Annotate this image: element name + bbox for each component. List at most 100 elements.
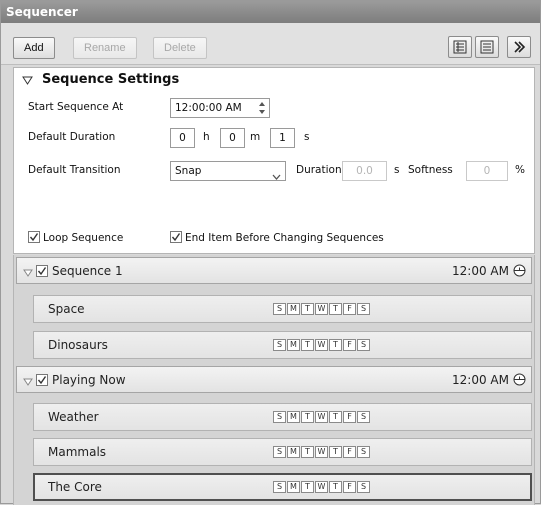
item-name: Dinosaurs: [48, 338, 108, 352]
weekday-selector: SMTWTFS: [273, 481, 371, 493]
start-time-value: 12:00:00 AM: [175, 102, 242, 114]
weekday-selector: SMTWTFS: [273, 411, 371, 423]
hours-field[interactable]: 0: [170, 128, 195, 148]
sequence-settings-panel: Sequence Settings Start Sequence At 12:0…: [13, 67, 535, 254]
window-title: Sequencer: [1, 1, 540, 23]
day-toggle[interactable]: S: [273, 481, 286, 493]
sequence-name: Playing Now: [52, 373, 126, 387]
day-toggle[interactable]: W: [315, 303, 328, 315]
day-toggle[interactable]: T: [301, 339, 314, 351]
sequence-list: Sequence 1 12:00 AM Space SMTWTFS Dinosa…: [13, 255, 535, 505]
day-toggle[interactable]: T: [301, 411, 314, 423]
rename-button[interactable]: Rename: [73, 37, 137, 59]
clock-icon[interactable]: [513, 264, 526, 280]
minutes-unit: m: [250, 131, 261, 143]
start-time-field[interactable]: 12:00:00 AM: [170, 98, 270, 118]
softness-label: Softness: [408, 164, 453, 176]
day-toggle[interactable]: W: [315, 339, 328, 351]
duration-label: Duration: [296, 164, 342, 176]
day-toggle[interactable]: S: [357, 339, 370, 351]
day-toggle[interactable]: F: [343, 446, 356, 458]
day-toggle[interactable]: W: [315, 446, 328, 458]
loop-sequence-option[interactable]: Loop Sequence: [28, 231, 123, 244]
list-view-icon[interactable]: [448, 36, 472, 58]
day-toggle[interactable]: W: [315, 411, 328, 423]
list-item[interactable]: Space SMTWTFS: [33, 295, 532, 323]
day-toggle[interactable]: F: [343, 481, 356, 493]
transition-duration-field[interactable]: 0.0: [342, 161, 387, 181]
sequence-enabled-checkbox[interactable]: [36, 374, 48, 386]
add-button[interactable]: Add: [13, 37, 55, 59]
day-toggle[interactable]: M: [287, 446, 300, 458]
weekday-selector: SMTWTFS: [273, 339, 371, 351]
day-toggle[interactable]: M: [287, 303, 300, 315]
softness-unit: %: [515, 164, 525, 176]
end-item-checkbox[interactable]: [170, 231, 182, 243]
detail-view-icon[interactable]: [475, 36, 499, 58]
end-item-label: End Item Before Changing Sequences: [185, 232, 384, 244]
sequence-enabled-checkbox[interactable]: [36, 265, 48, 277]
loop-sequence-label: Loop Sequence: [43, 232, 124, 244]
day-toggle[interactable]: W: [315, 481, 328, 493]
toolbar: Add Rename Delete: [1, 23, 540, 65]
list-item[interactable]: Dinosaurs SMTWTFS: [33, 331, 532, 359]
loop-sequence-checkbox[interactable]: [28, 231, 40, 243]
day-toggle[interactable]: S: [357, 411, 370, 423]
weekday-selector: SMTWTFS: [273, 446, 371, 458]
sequence-time: 12:00 AM: [452, 264, 509, 278]
item-name: Weather: [48, 410, 99, 424]
transition-value: Snap: [175, 165, 202, 177]
default-transition-label: Default Transition: [28, 164, 121, 176]
day-toggle[interactable]: S: [273, 303, 286, 315]
seconds-unit: s: [304, 131, 310, 143]
day-toggle[interactable]: T: [329, 411, 342, 423]
delete-button[interactable]: Delete: [153, 37, 207, 59]
day-toggle[interactable]: T: [329, 303, 342, 315]
day-toggle[interactable]: S: [357, 303, 370, 315]
day-toggle[interactable]: F: [343, 411, 356, 423]
start-sequence-label: Start Sequence At: [28, 101, 124, 113]
sequencer-window: Sequencer Add Rename Delete Sequence Set…: [0, 0, 541, 505]
time-stepper-icon[interactable]: [258, 101, 266, 121]
day-toggle[interactable]: M: [287, 411, 300, 423]
sequence-time: 12:00 AM: [452, 373, 509, 387]
day-toggle[interactable]: S: [273, 411, 286, 423]
day-toggle[interactable]: S: [357, 446, 370, 458]
item-name: The Core: [48, 480, 102, 494]
day-toggle[interactable]: T: [301, 303, 314, 315]
day-toggle[interactable]: T: [301, 481, 314, 493]
day-toggle[interactable]: M: [287, 339, 300, 351]
clock-icon[interactable]: [513, 373, 526, 389]
seconds-field[interactable]: 1: [270, 128, 295, 148]
day-toggle[interactable]: T: [329, 339, 342, 351]
item-name: Space: [48, 302, 85, 316]
day-toggle[interactable]: S: [357, 481, 370, 493]
softness-field[interactable]: 0: [466, 161, 508, 181]
day-toggle[interactable]: S: [273, 339, 286, 351]
day-toggle[interactable]: T: [301, 446, 314, 458]
sequence-name: Sequence 1: [52, 264, 123, 278]
settings-title: Sequence Settings: [42, 72, 180, 87]
item-name: Mammals: [48, 445, 107, 459]
list-item[interactable]: Mammals SMTWTFS: [33, 438, 532, 466]
day-toggle[interactable]: T: [329, 446, 342, 458]
minutes-field[interactable]: 0: [220, 128, 245, 148]
day-toggle[interactable]: F: [343, 303, 356, 315]
list-item[interactable]: Weather SMTWTFS: [33, 403, 532, 431]
duration-unit: s: [394, 164, 400, 176]
transition-select[interactable]: Snap: [170, 161, 286, 181]
expand-triangle-icon[interactable]: [23, 376, 33, 389]
chevron-down-icon: [272, 168, 281, 186]
sequence-row[interactable]: Sequence 1 12:00 AM: [16, 257, 532, 284]
hours-unit: h: [203, 131, 210, 143]
expand-triangle-icon[interactable]: [23, 267, 33, 280]
list-item-selected[interactable]: The Core SMTWTFS: [33, 473, 532, 501]
day-toggle[interactable]: S: [273, 446, 286, 458]
expand-panel-icon[interactable]: [507, 36, 531, 58]
day-toggle[interactable]: F: [343, 339, 356, 351]
day-toggle[interactable]: T: [329, 481, 342, 493]
end-item-option[interactable]: End Item Before Changing Sequences: [170, 231, 384, 244]
collapse-triangle-icon[interactable]: [22, 75, 33, 88]
sequence-row[interactable]: Playing Now 12:00 AM: [16, 366, 532, 393]
day-toggle[interactable]: M: [287, 481, 300, 493]
